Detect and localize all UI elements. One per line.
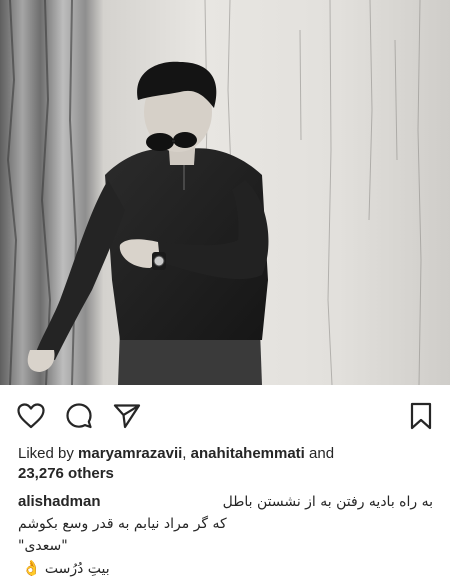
post-caption: alishadman به راه بادیه رفتن به از نشستن…	[18, 491, 433, 580]
caption-text-line-4: بیتِ دُرُست	[44, 561, 110, 577]
bookmark-icon	[410, 402, 432, 430]
caption-line-3: "سعدی"	[18, 535, 433, 557]
caption-line-4: 👌 بیتِ دُرُست	[18, 557, 433, 580]
action-bar	[0, 385, 450, 441]
caption-owner-username[interactable]: alishadman	[18, 491, 101, 513]
caption-line-1: alishadman به راه بادیه رفتن به از نشستن…	[18, 491, 433, 513]
likes-summary: Liked by maryamrazavii, anahitahemmati a…	[18, 444, 438, 484]
share-button[interactable]	[112, 401, 142, 431]
caption-text-line-2: که گر مراد نیابم به قدر وسع بکوشم	[18, 516, 227, 532]
likes-others-count[interactable]: 23,276 others	[18, 465, 114, 482]
comment-bubble-icon	[66, 403, 92, 429]
heart-icon	[17, 403, 45, 429]
post-photo[interactable]	[0, 0, 450, 385]
instagram-post: Liked by maryamrazavii, anahitahemmati a…	[0, 0, 450, 588]
caption-line-2: که گر مراد نیابم به قدر وسع بکوشم	[18, 513, 433, 535]
ok-hand-emoji-icon: 👌	[22, 559, 41, 577]
liker-username-1[interactable]: maryamrazavii	[78, 445, 182, 462]
caption-text-line-1: به راه بادیه رفتن به از نشستن باطل	[222, 494, 433, 510]
liker-username-2[interactable]: anahitahemmati	[191, 445, 305, 462]
like-button[interactable]	[16, 401, 46, 431]
save-button[interactable]	[406, 401, 436, 431]
likes-separator: ,	[182, 445, 191, 462]
likes-prefix: Liked by	[18, 445, 79, 462]
paper-plane-icon	[113, 404, 141, 429]
caption-text-line-3: "سعدی"	[18, 538, 68, 554]
comment-button[interactable]	[64, 401, 94, 431]
likes-conjunction: and	[304, 445, 335, 462]
photo-illustration	[0, 0, 450, 385]
